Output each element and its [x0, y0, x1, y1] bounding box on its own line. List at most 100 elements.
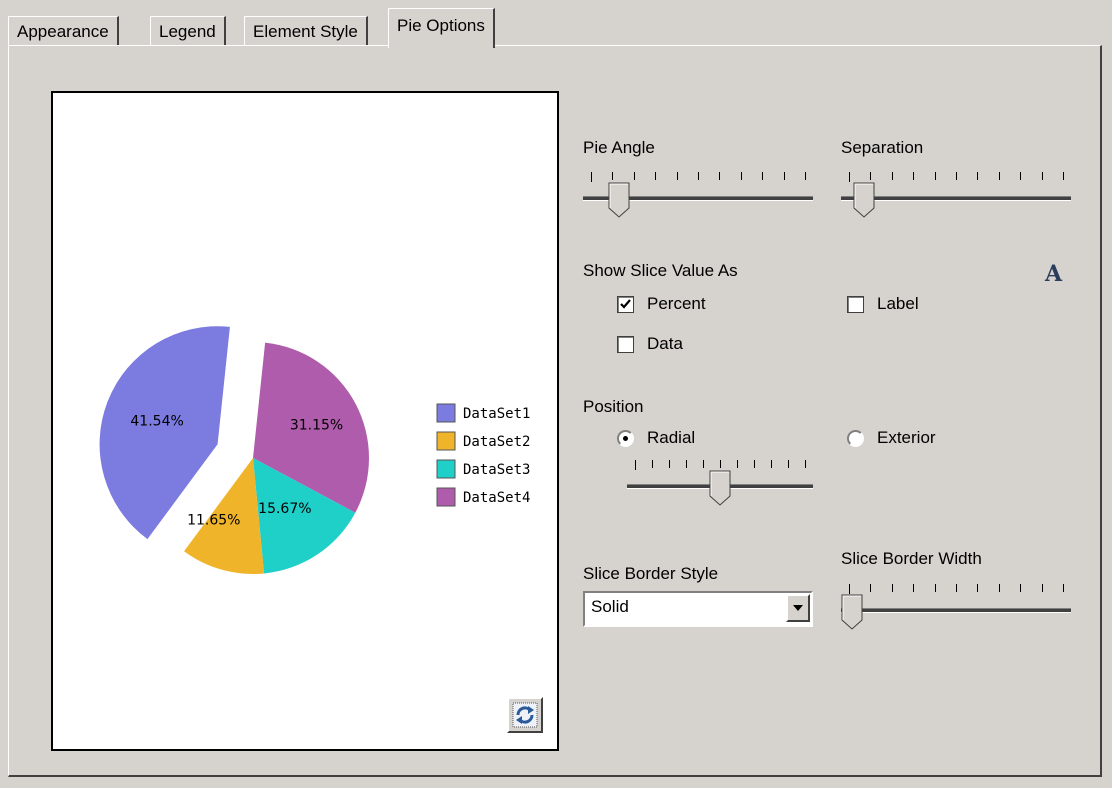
slider-track: [841, 196, 1071, 201]
slice-border-style-select[interactable]: Solid: [583, 591, 813, 627]
slider-tick: [998, 584, 1000, 592]
exterior-label[interactable]: Exterior: [877, 428, 936, 448]
slider-tick: [1063, 172, 1064, 180]
dropdown-button[interactable]: [786, 594, 810, 622]
slider-ticks: [849, 172, 1064, 182]
pie-chart: 31.15% 15.67% 11.65% 41.54% DataSet1 DataSet2…: [99, 326, 530, 574]
slider-tick: [1041, 584, 1043, 592]
legend-swatch: [436, 487, 456, 507]
slider-thumb[interactable]: [709, 470, 731, 506]
slider-thumb[interactable]: [608, 182, 630, 218]
slider-tick: [612, 172, 614, 180]
slider-tick: [655, 172, 657, 180]
slider-tick: [934, 584, 936, 592]
exterior-radio[interactable]: [847, 430, 864, 447]
slider-tick: [805, 460, 806, 468]
checkmark-icon: [620, 299, 631, 309]
chevron-down-icon: [793, 605, 803, 611]
slice-border-width-slider[interactable]: [841, 584, 1071, 634]
slider-tick: [719, 172, 721, 180]
data-checkbox[interactable]: [617, 336, 634, 353]
show-slice-value-label: Show Slice Value As: [583, 261, 738, 280]
refresh-icon: [512, 702, 538, 728]
slider-tick: [591, 172, 592, 182]
slider-tick: [1020, 172, 1022, 180]
legend-swatch: [436, 403, 456, 423]
pie-options-panel: 31.15% 15.67% 11.65% 41.54% DataSet1 DataSet2…: [8, 45, 1102, 777]
slider-tick: [740, 172, 742, 180]
percent-checkbox[interactable]: [617, 296, 634, 313]
slider-tick: [771, 460, 772, 468]
position-label: Position: [583, 397, 644, 416]
slider-tick: [783, 172, 785, 180]
slider-tick: [669, 460, 670, 468]
slider-tick: [698, 172, 699, 180]
slider-tick: [1041, 172, 1043, 180]
slider-tick: [956, 172, 957, 180]
slice-border-style-value: Solid: [591, 597, 629, 616]
slider-tick: [849, 172, 850, 182]
radial-position-slider[interactable]: [627, 460, 813, 510]
refresh-button[interactable]: [507, 697, 543, 733]
font-icon[interactable]: A: [1045, 261, 1062, 287]
legend-label: DataSet1: [463, 406, 530, 422]
label-checkbox[interactable]: [847, 296, 864, 313]
slider-thumb[interactable]: [841, 594, 863, 630]
slider-ticks: [591, 172, 806, 182]
slider-tick: [998, 172, 1000, 180]
label-option-label[interactable]: Label: [877, 294, 919, 314]
legend-item: DataSet1: [436, 403, 530, 423]
slider-tick: [703, 460, 704, 468]
radial-label[interactable]: Radial: [647, 428, 695, 448]
slice-border-style-label: Slice Border Style: [583, 564, 719, 583]
slice-value-label: 11.65%: [187, 512, 240, 528]
slider-tick: [891, 584, 893, 592]
slider-tick: [635, 460, 636, 470]
slider-tick: [754, 460, 755, 468]
slider-tick: [956, 584, 957, 592]
slider-tick: [720, 460, 721, 468]
slider-thumb[interactable]: [853, 182, 875, 218]
tab-element-style[interactable]: Element Style: [244, 16, 368, 46]
slider-tick: [849, 584, 850, 594]
legend-swatch: [436, 431, 456, 451]
separation-label: Separation: [841, 138, 924, 157]
slider-tick: [977, 584, 979, 592]
pie-angle-label: Pie Angle: [583, 138, 655, 157]
slider-tick: [805, 172, 806, 180]
slider-tick: [891, 172, 893, 180]
tab-bar: Appearance Legend Element Style Pie Opti…: [8, 8, 1108, 48]
tab-appearance[interactable]: Appearance: [8, 16, 119, 46]
slider-tick: [913, 172, 915, 180]
radial-radio[interactable]: [617, 430, 634, 447]
slider-tick: [633, 172, 635, 180]
legend-item: DataSet3: [436, 459, 530, 479]
pie-angle-slider[interactable]: [583, 172, 813, 222]
slice-value-label: 15.67%: [258, 501, 311, 517]
slice-value-label: 31.15%: [290, 417, 343, 433]
slider-tick: [737, 460, 738, 468]
legend-label: DataSet2: [463, 434, 530, 450]
slider-tick: [870, 584, 872, 592]
legend-item: DataSet4: [436, 487, 530, 507]
pie-slice-dataset1: [99, 326, 230, 540]
percent-label[interactable]: Percent: [647, 294, 706, 314]
slider-tick: [1063, 584, 1064, 592]
data-label[interactable]: Data: [647, 334, 683, 354]
slider-tick: [676, 172, 678, 180]
legend-label: DataSet4: [463, 490, 530, 506]
radio-selected-dot: [623, 436, 628, 441]
slider-tick: [870, 172, 872, 180]
slider-tick: [762, 172, 764, 180]
slider-tick: [1020, 584, 1022, 592]
tab-pie-options[interactable]: Pie Options: [388, 8, 495, 48]
slider-tick: [913, 584, 915, 592]
chart-preview: 31.15% 15.67% 11.65% 41.54% DataSet1 DataSet2…: [51, 91, 559, 751]
slider-ticks: [635, 460, 806, 470]
slider-tick: [686, 460, 687, 468]
separation-slider[interactable]: [841, 172, 1071, 222]
slider-track: [841, 608, 1071, 613]
legend-label: DataSet3: [463, 462, 530, 478]
tab-legend[interactable]: Legend: [150, 16, 226, 46]
slider-tick: [977, 172, 979, 180]
